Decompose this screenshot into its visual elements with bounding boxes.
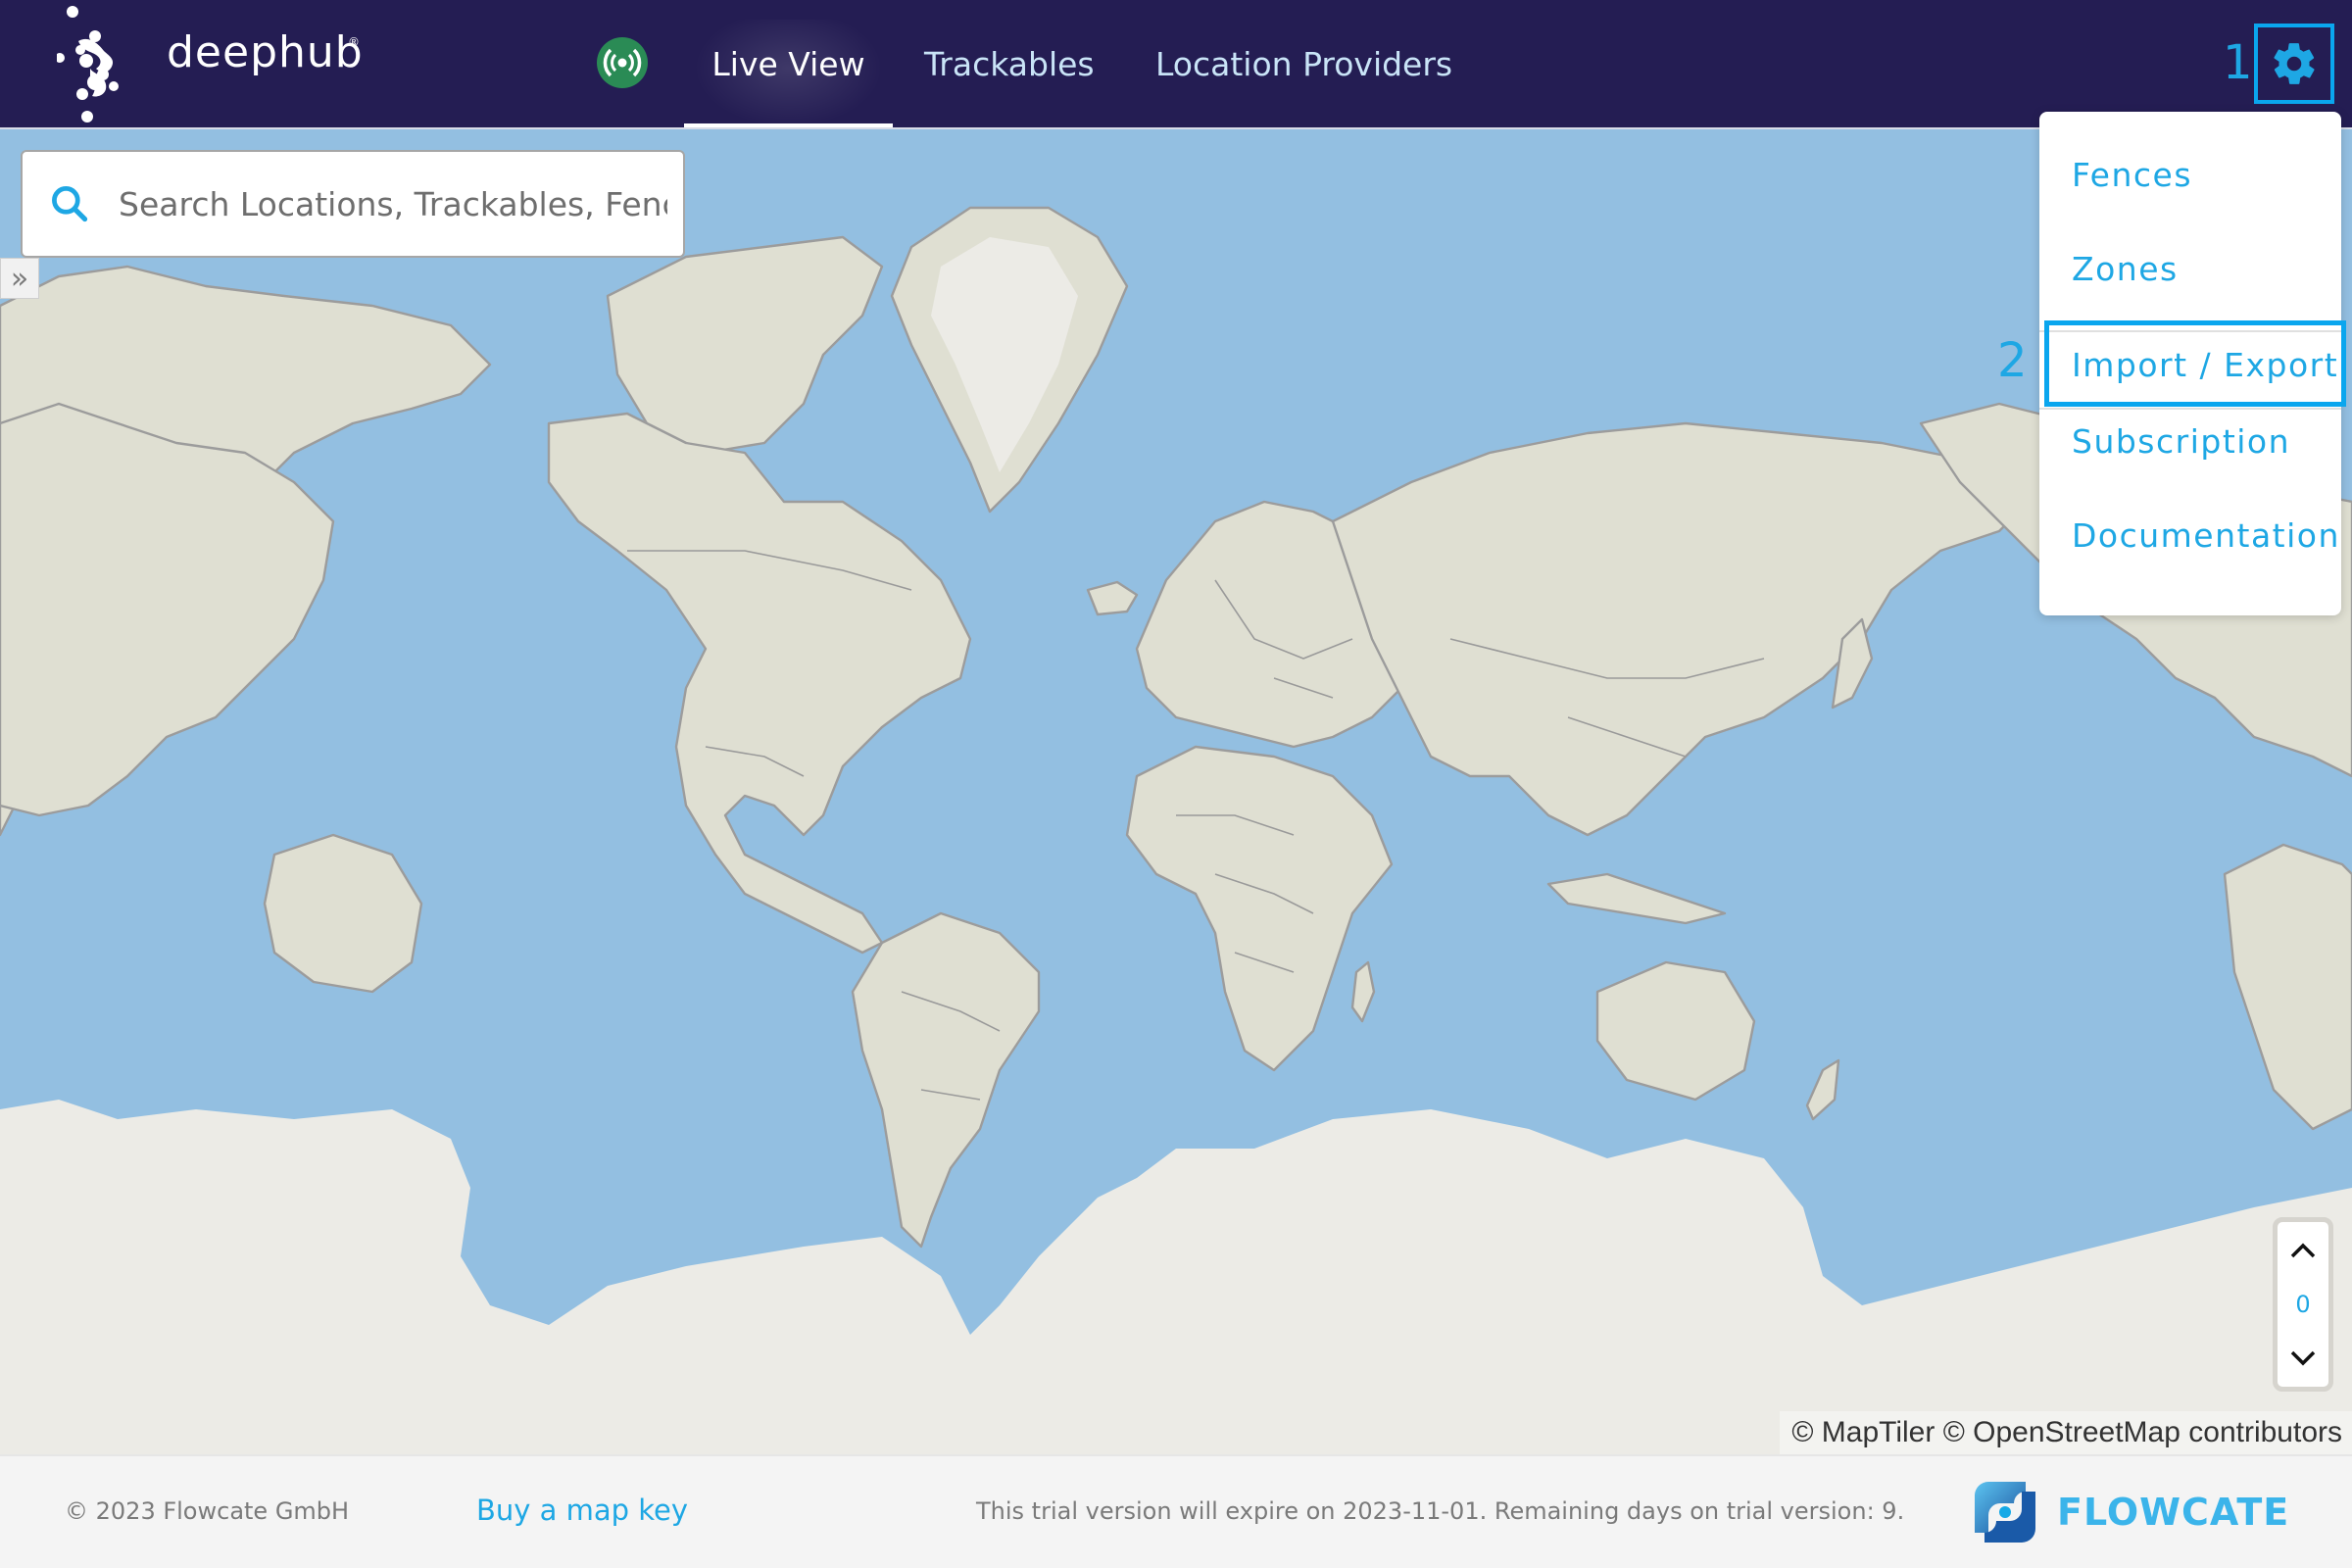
flowcate-wordmark: FLOWCATE xyxy=(2057,1491,2290,1534)
land-madagascar xyxy=(1350,960,1376,1023)
ice-greenland xyxy=(931,237,1078,472)
level-control: 0 xyxy=(2273,1217,2333,1392)
land-north-america xyxy=(547,412,972,955)
footer: © 2023 Flowcate GmbH Buy a map key This … xyxy=(0,1454,2352,1568)
gear-icon xyxy=(2274,43,2315,84)
settings-button[interactable] xyxy=(2254,24,2334,104)
search-box xyxy=(21,150,685,258)
menu-item-zones[interactable]: Zones xyxy=(2039,221,2341,316)
connection-status-indicator[interactable] xyxy=(597,37,648,88)
map-tiles xyxy=(0,206,2352,1454)
level-down-button[interactable] xyxy=(2283,1340,2323,1377)
menu-item-fences-label: Fences xyxy=(2072,155,2193,194)
land-australia-west xyxy=(263,833,423,994)
sidebar-expand-button[interactable]: » xyxy=(0,258,39,299)
settings-menu: Fences Zones Import / Export Subscriptio… xyxy=(2039,112,2341,615)
land-australia xyxy=(1595,960,1756,1102)
tab-trackables[interactable]: Trackables xyxy=(924,0,1095,127)
land-asia-west xyxy=(0,402,335,817)
registered-mark: ® xyxy=(348,35,360,49)
menu-divider xyxy=(2039,408,2341,410)
trial-notice: This trial version will expire on 2023-1… xyxy=(976,1497,1905,1525)
copyright-text: © 2023 Flowcate GmbH xyxy=(65,1497,350,1525)
menu-item-import-export-label: Import / Export xyxy=(2072,345,2339,384)
land-indonesia xyxy=(1546,872,1727,925)
buy-map-key-link[interactable]: Buy a map key xyxy=(476,1494,688,1527)
land-asia xyxy=(1331,421,2040,837)
tab-trackables-label: Trackables xyxy=(924,44,1095,83)
tab-live-view-label: Live View xyxy=(711,44,865,83)
flowcate-logo[interactable]: FLOWCATE xyxy=(1975,1482,2289,1543)
level-up-button[interactable] xyxy=(2283,1232,2323,1269)
menu-item-fences[interactable]: Fences xyxy=(2039,127,2341,221)
menu-divider xyxy=(2039,330,2341,332)
logo-text: deephub xyxy=(167,27,364,77)
menu-item-documentation-label: Documentation xyxy=(2072,515,2340,555)
chevron-down-icon xyxy=(2290,1350,2316,1366)
map-attribution[interactable]: © MapTiler © OpenStreetMap contributors xyxy=(1780,1411,2352,1454)
tab-live-view[interactable]: Live View xyxy=(684,0,893,127)
level-value: 0 xyxy=(2295,1291,2311,1318)
tab-location-providers[interactable]: Location Providers xyxy=(1155,0,1452,127)
menu-item-zones-label: Zones xyxy=(2072,249,2179,288)
menu-item-documentation[interactable]: Documentation xyxy=(2039,488,2341,582)
land-south-america xyxy=(851,911,1041,1249)
broadcast-icon xyxy=(603,48,642,77)
chevron-up-icon xyxy=(2290,1243,2316,1258)
search-input[interactable] xyxy=(119,184,667,223)
tab-location-providers-label: Location Providers xyxy=(1155,44,1453,83)
annotation-step-1: 1 xyxy=(2223,35,2253,90)
deephub-logo[interactable]: deephub ® xyxy=(55,4,380,123)
land-canadian-arctic xyxy=(606,235,884,455)
land-africa xyxy=(1125,745,1394,1072)
double-chevron-right-icon: » xyxy=(10,261,29,296)
land-iceland xyxy=(1086,580,1139,616)
land-new-zealand xyxy=(1805,1058,1840,1121)
search-icon xyxy=(52,186,88,222)
menu-item-subscription-label: Subscription xyxy=(2072,421,2291,461)
top-navigation-bar: deephub ® Live View Trackables Location … xyxy=(0,0,2352,129)
world-map[interactable]: © MapTiler © OpenStreetMap contributors xyxy=(0,129,2352,1454)
ice-antarctica xyxy=(0,1100,2352,1454)
deephub-logo-mark-icon xyxy=(55,6,119,122)
annotation-step-2: 2 xyxy=(1997,333,2028,388)
flowcate-logo-icon xyxy=(1975,1482,2035,1543)
land-south-america-east xyxy=(2223,843,2352,1131)
